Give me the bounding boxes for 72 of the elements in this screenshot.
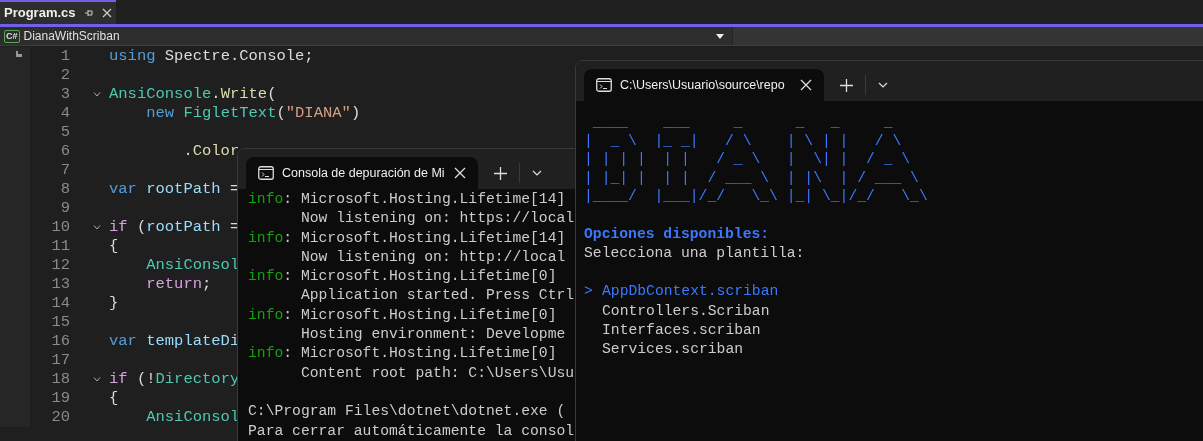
close-icon[interactable] xyxy=(454,167,466,179)
terminal-icon xyxy=(258,166,274,180)
menu-option[interactable]: > AppDbContext.scriban xyxy=(584,282,1203,302)
console-line: info: Microsoft.Hosting.Lifetime[14] xyxy=(248,228,567,248)
close-icon[interactable] xyxy=(101,8,112,18)
line-number: 2 xyxy=(59,66,70,85)
console-line: Para cerrar automáticamente la consol xyxy=(248,421,576,441)
add-tab-icon[interactable] xyxy=(494,166,507,180)
line-number: 4 xyxy=(59,104,70,123)
line-number: 13 xyxy=(50,275,70,294)
code-line: new FigletText("DIANA") xyxy=(145,104,361,123)
line-number: 8 xyxy=(59,180,70,199)
file-tab[interactable]: Program.cs xyxy=(0,0,116,24)
console-line: C:\Program Files\dotnet\dotnet.exe ( xyxy=(248,402,567,422)
chevron-down-icon[interactable] xyxy=(532,170,542,176)
console-line: Now listening on: https://local xyxy=(299,209,576,229)
prompt-text: Selecciona una plantilla: xyxy=(584,243,806,263)
chevron-down-icon[interactable] xyxy=(878,82,888,88)
console-line: info: Microsoft.Hosting.Lifetime[0] xyxy=(248,344,558,364)
margin-icon xyxy=(14,49,24,59)
code-line: return; xyxy=(145,275,212,294)
terminal-tab[interactable]: Consola de depuración de Mi xyxy=(246,157,478,189)
line-number: 17 xyxy=(50,351,70,370)
code-line: AnsiConsol xyxy=(145,256,240,275)
ascii-art-title: ____ ___ _ _ _ _ | _ \ |_ _| / \ | \ | | / \ | | | | | | / _ \ | \| | / _ \ | |_| | | | / ___ \ | |\ | / ___ \ |____/ |___|/_/ \_\ |_| \_|/_/ \_\ xyxy=(584,113,929,206)
console-line: Application started. Press Ctrl xyxy=(299,286,576,306)
terminal-tab[interactable]: C:\Users\Usuario\source\repo xyxy=(584,69,824,101)
console-line: Now listening on: http://local xyxy=(299,247,567,267)
console-line: Content root path: C:\Users\Usu xyxy=(299,363,576,383)
tab-title: Consola de depuración de Mi xyxy=(282,164,446,182)
line-number: 15 xyxy=(50,313,70,332)
close-icon[interactable] xyxy=(800,79,812,91)
line-number: 19 xyxy=(50,389,70,408)
caret-icon xyxy=(716,33,724,39)
code-line: using Spectre.Console; xyxy=(109,47,314,66)
line-number: 12 xyxy=(50,256,70,275)
menu-option[interactable]: Interfaces.scriban xyxy=(584,321,1203,341)
line-number: 14 xyxy=(50,294,70,313)
line-number: 16 xyxy=(50,332,70,351)
language-badge: C# xyxy=(4,29,20,43)
line-number: 6 xyxy=(59,142,70,161)
console-line: info: Microsoft.Hosting.Lifetime[0] xyxy=(248,267,558,287)
terminal-icon xyxy=(596,78,612,92)
fold-chevron-icon[interactable] xyxy=(93,377,101,382)
pin-icon[interactable] xyxy=(83,8,94,18)
code-line: var templateDi xyxy=(109,332,240,351)
code-line: { xyxy=(109,237,119,256)
code-line: if (!Directory xyxy=(109,370,240,389)
tab-title: C:\Users\Usuario\source\repo xyxy=(620,76,786,94)
line-number: 9 xyxy=(59,199,70,218)
fold-chevron-icon[interactable] xyxy=(93,92,101,97)
code-line: .Color xyxy=(182,142,240,161)
menu-option[interactable]: Controllers.Scriban xyxy=(584,301,1203,321)
line-number: 20 xyxy=(50,408,70,427)
line-number: 18 xyxy=(50,370,70,389)
add-tab-icon[interactable] xyxy=(840,78,853,92)
line-number: 5 xyxy=(59,123,70,142)
console-line: info: Microsoft.Hosting.Lifetime[14] xyxy=(248,190,567,209)
code-line: } xyxy=(109,294,119,313)
fold-chevron-icon[interactable] xyxy=(93,225,101,230)
line-number: 1 xyxy=(59,47,70,66)
line-number: 3 xyxy=(59,85,70,104)
console-line: Hosting environment: Developme xyxy=(299,325,567,345)
line-number: 10 xyxy=(50,218,70,237)
options-heading: Opciones disponibles: xyxy=(584,224,771,244)
line-number: 7 xyxy=(59,161,70,180)
line-number: 11 xyxy=(50,237,70,256)
menu-option[interactable]: Services.scriban xyxy=(584,340,1203,360)
code-line: { xyxy=(109,389,119,408)
console-line: info: Microsoft.Hosting.Lifetime[0] xyxy=(248,305,558,325)
code-line: AnsiConsole.Write( xyxy=(109,85,277,104)
code-line: AnsiConsol xyxy=(145,408,240,427)
